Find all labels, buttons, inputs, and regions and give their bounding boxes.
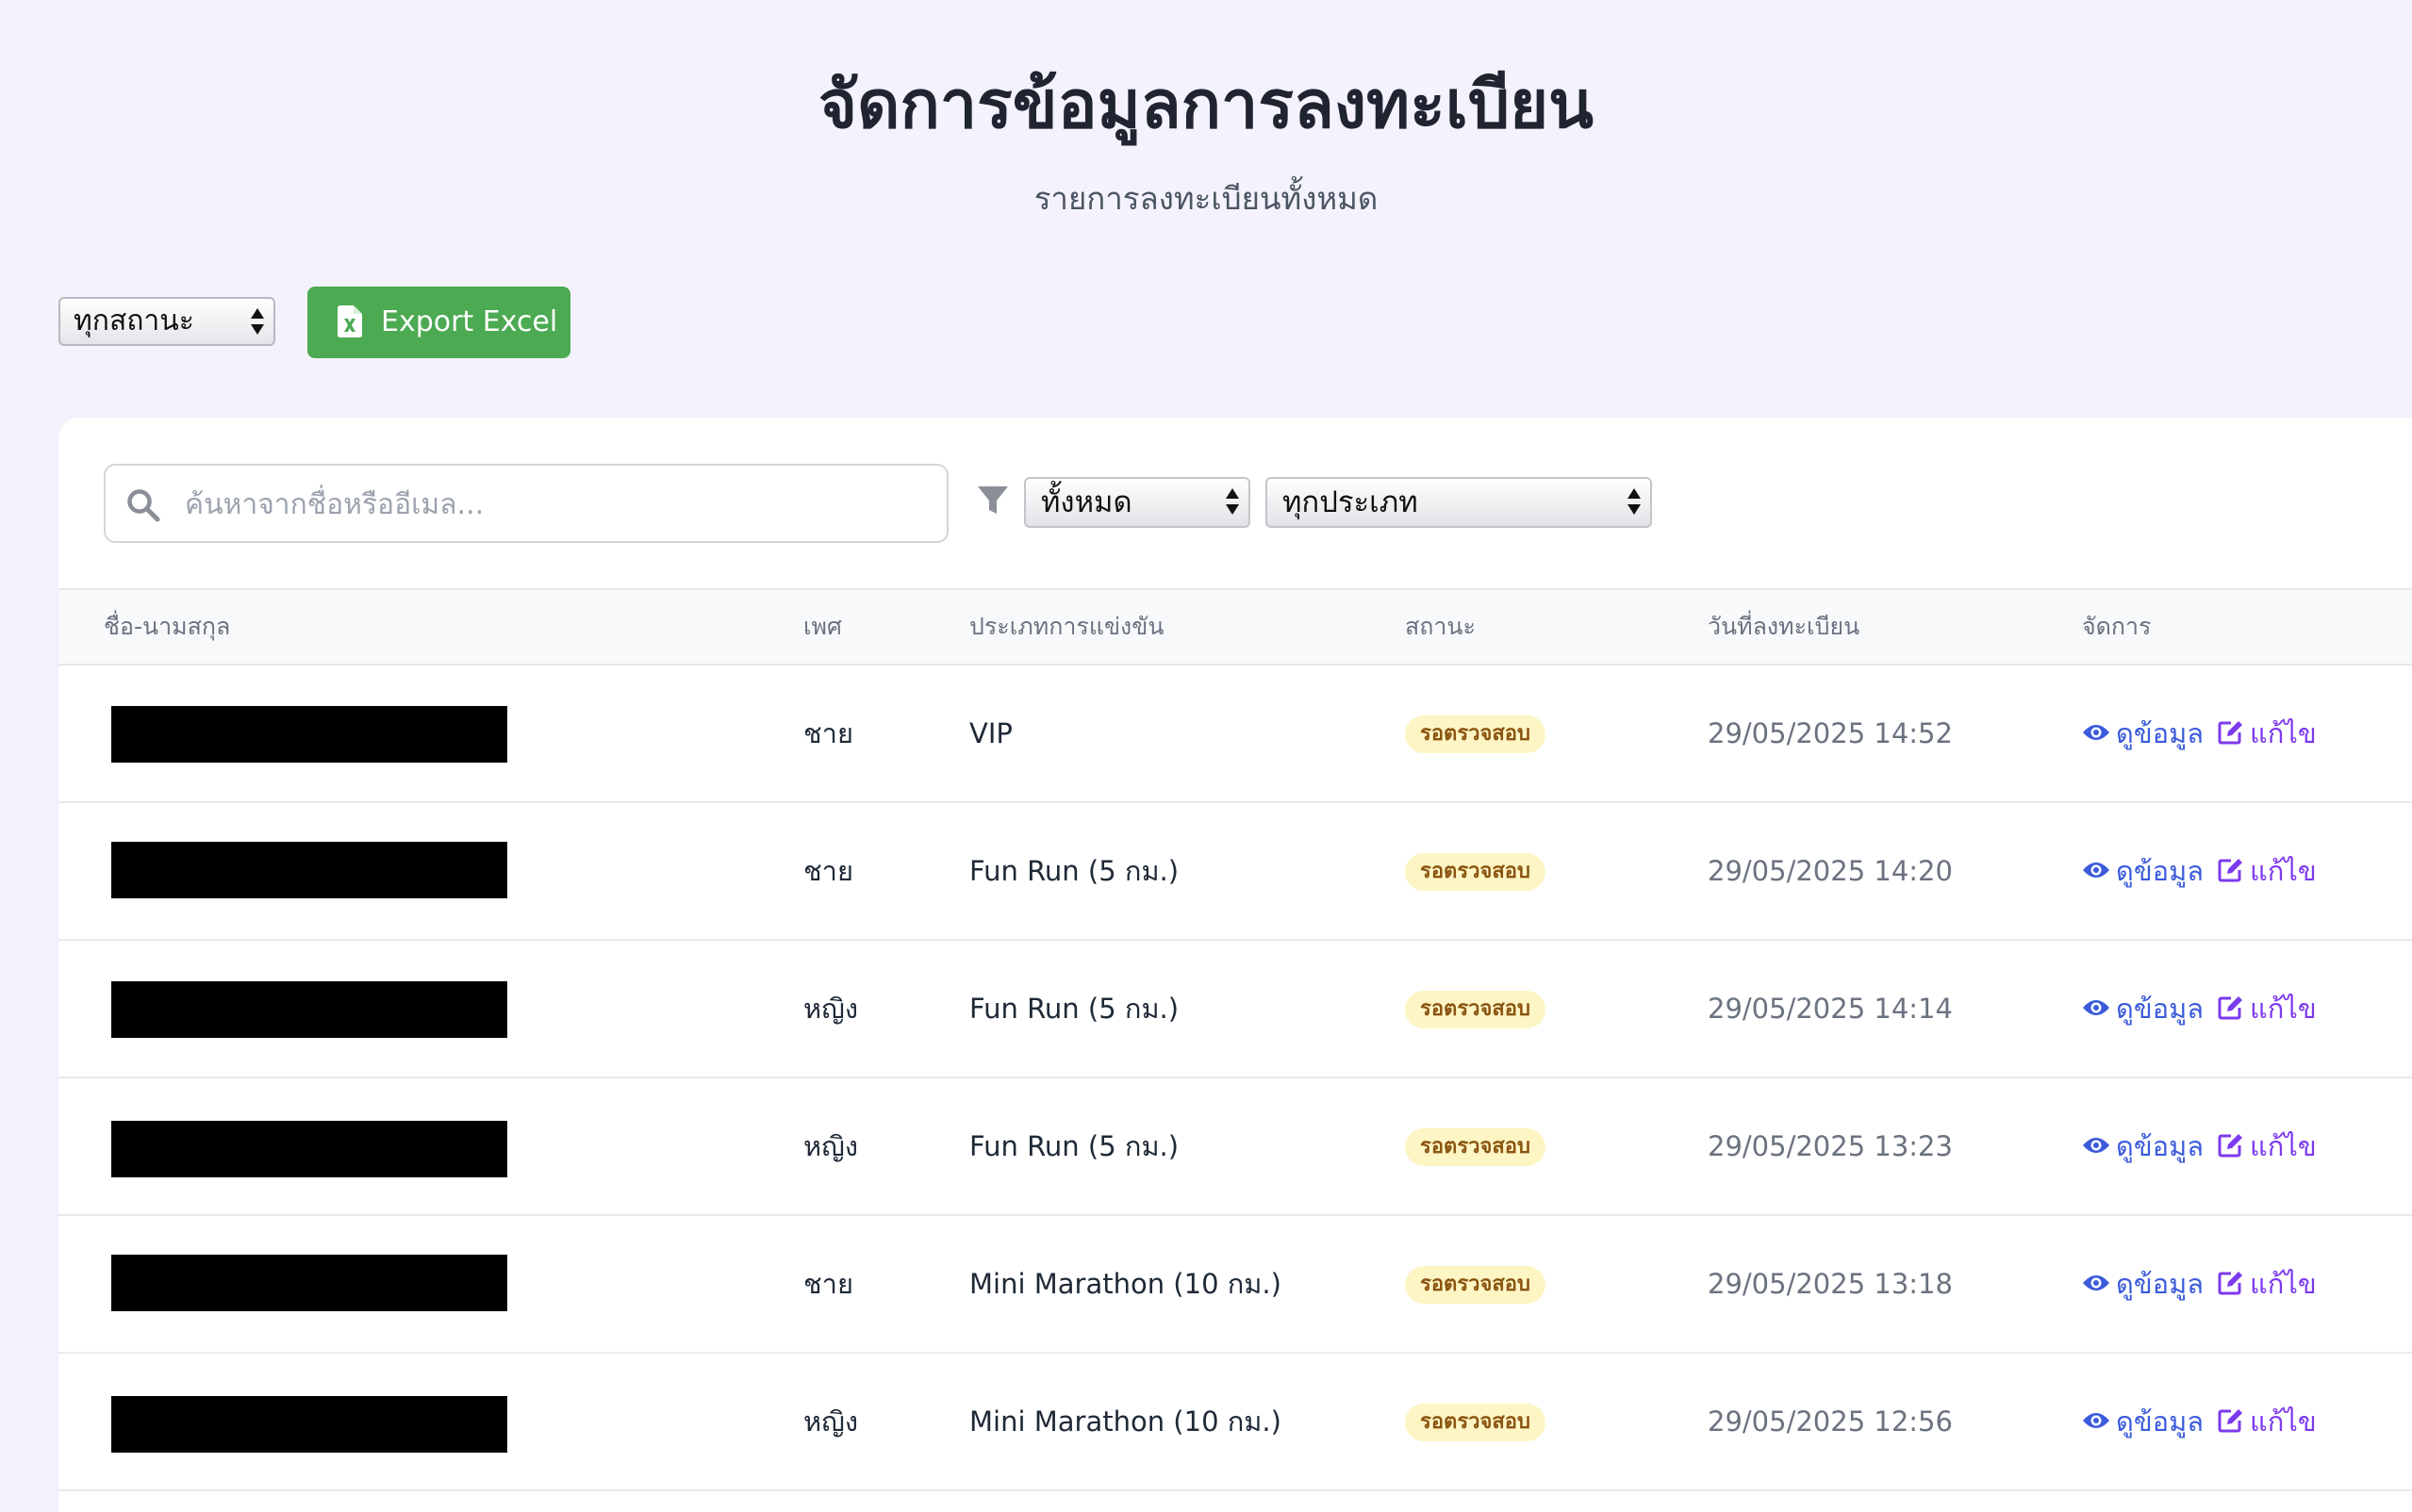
status-badge: รอตรวจสอบ	[1405, 991, 1545, 1028]
redacted-name	[111, 706, 507, 763]
eye-icon	[2083, 1275, 2109, 1290]
status-filter-select[interactable]: ทุกสถานะ	[58, 297, 275, 346]
column-header-actions: จัดการ	[2082, 613, 2152, 640]
registered-date-cell: 29/05/2025 14:14	[1708, 993, 1953, 1025]
eye-icon	[2083, 863, 2109, 878]
gender-cell: หญิง	[803, 993, 858, 1025]
eye-icon	[2083, 1138, 2109, 1153]
search-box[interactable]	[104, 464, 949, 543]
edit-button[interactable]: แก้ไข	[2218, 666, 2317, 801]
view-details-button[interactable]: ดูข้อมูล	[2082, 941, 2204, 1076]
redacted-name	[111, 842, 507, 898]
column-header-name: ชื่อ-นามสกุล	[104, 613, 231, 640]
edit-button[interactable]: แก้ไข	[2218, 803, 2317, 939]
edit-label: แก้ไข	[2250, 1405, 2317, 1438]
edit-icon	[2218, 1134, 2242, 1158]
registered-date-cell: 29/05/2025 13:18	[1708, 1268, 1953, 1300]
page-title: จัดการข้อมูลการลงทะเบียน	[818, 66, 1594, 143]
view-details-label: ดูข้อมูล	[2116, 717, 2204, 749]
file-excel-icon	[338, 305, 362, 337]
gender-cell: ชาย	[803, 1268, 853, 1300]
status-dropdown-value: ทั้งหมด	[1041, 485, 1132, 519]
status-badge: รอตรวจสอบ	[1405, 1404, 1545, 1441]
type-dropdown-value: ทุกประเภท	[1282, 485, 1418, 519]
edit-button[interactable]: แก้ไข	[2218, 1354, 2317, 1489]
select-arrows-icon	[1226, 486, 1239, 517]
redacted-name	[111, 981, 507, 1038]
race-type-cell: Fun Run (5 กม.)	[969, 993, 1180, 1025]
status-badge: รอตรวจสอบ	[1405, 1266, 1545, 1304]
view-details-label: ดูข้อมูล	[2116, 1405, 2204, 1438]
table-row: หญิง Fun Run (5 กม.) รอตรวจสอบ 29/05/2025 1…	[58, 941, 2412, 1078]
edit-button[interactable]: แก้ไข	[2218, 1078, 2317, 1214]
status-dropdown[interactable]: ทั้งหมด	[1024, 477, 1250, 528]
eye-icon	[2083, 725, 2109, 740]
filter-icon	[978, 486, 1008, 514]
race-type-cell: Mini Marathon (10 กม.)	[969, 1405, 1281, 1438]
table-row: หญิง Mini Marathon (10 กม.) รอตรวจสอบ 29/05…	[58, 1354, 2412, 1491]
column-header-type: ประเภทการแข่งขัน	[969, 613, 1165, 640]
status-filter-value: ทุกสถานะ	[74, 304, 194, 337]
race-type-cell: VIP	[969, 717, 1013, 749]
column-header-status: สถานะ	[1405, 613, 1476, 640]
view-details-label: ดูข้อมูล	[2116, 1130, 2204, 1162]
table-row: หญิง Fun Run (5 กม.) รอตรวจสอบ 29/05/2025 1…	[58, 1078, 2412, 1216]
status-badge: รอตรวจสอบ	[1405, 715, 1545, 753]
export-excel-button[interactable]: Export Excel	[307, 287, 570, 358]
type-dropdown[interactable]: ทุกประเภท	[1265, 477, 1652, 528]
gender-cell: ชาย	[803, 855, 853, 887]
registrations-card: ทั้งหมด ทุกประเภท ชื่อ-นามสกุล เพศ ประเภ…	[58, 418, 2412, 1512]
table-header: ชื่อ-นามสกุล เพศ ประเภทการแข่งขัน สถานะ …	[58, 588, 2412, 666]
eye-icon	[2083, 1000, 2109, 1015]
status-badge: รอตรวจสอบ	[1405, 853, 1545, 891]
registered-date-cell: 29/05/2025 12:56	[1708, 1405, 1953, 1438]
edit-icon	[2218, 859, 2242, 882]
select-arrows-icon	[251, 306, 264, 337]
view-details-button[interactable]: ดูข้อมูล	[2082, 1216, 2204, 1352]
registered-date-cell: 29/05/2025 13:23	[1708, 1130, 1953, 1162]
edit-label: แก้ไข	[2250, 993, 2317, 1025]
registered-date-cell: 29/05/2025 14:52	[1708, 717, 1953, 749]
edit-button[interactable]: แก้ไข	[2218, 1216, 2317, 1352]
view-details-label: ดูข้อมูล	[2116, 855, 2204, 887]
column-header-gender: เพศ	[803, 613, 842, 640]
search-icon	[127, 489, 160, 522]
view-details-label: ดูข้อมูล	[2116, 1268, 2204, 1300]
view-details-button[interactable]: ดูข้อมูล	[2082, 803, 2204, 939]
gender-cell: หญิง	[803, 1130, 858, 1162]
search-input[interactable]	[183, 466, 922, 543]
table-row: ชาย Mini Marathon (10 กม.) รอตรวจสอบ 29/05/…	[58, 1216, 2412, 1354]
column-header-date: วันที่ลงทะเบียน	[1708, 613, 1860, 640]
redacted-name	[111, 1121, 507, 1177]
export-excel-label: Export Excel	[381, 305, 558, 338]
edit-label: แก้ไข	[2250, 855, 2317, 887]
race-type-cell: Fun Run (5 กม.)	[969, 855, 1180, 887]
registered-date-cell: 29/05/2025 14:20	[1708, 855, 1953, 887]
table-row: ชาย VIP รอตรวจสอบ 29/05/2025 14:52 ดูข้อมูล แ…	[58, 666, 2412, 803]
redacted-name	[111, 1396, 507, 1453]
edit-label: แก้ไข	[2250, 1130, 2317, 1162]
redacted-name	[111, 1255, 507, 1311]
edit-label: แก้ไข	[2250, 717, 2317, 749]
edit-icon	[2218, 721, 2242, 745]
status-badge: รอตรวจสอบ	[1405, 1128, 1545, 1166]
select-arrows-icon	[1627, 486, 1641, 517]
edit-icon	[2218, 1409, 2242, 1433]
table-row: ชาย Fun Run (5 กม.) รอตรวจสอบ 29/05/2025 14…	[58, 803, 2412, 941]
edit-label: แก้ไข	[2250, 1268, 2317, 1300]
edit-icon	[2218, 1272, 2242, 1295]
gender-cell: หญิง	[803, 1405, 858, 1438]
race-type-cell: Fun Run (5 กม.)	[969, 1130, 1180, 1162]
view-details-button[interactable]: ดูข้อมูล	[2082, 666, 2204, 801]
registration-admin-page: จัดการข้อมูลการลงทะเบียน รายการลงทะเบียน…	[0, 0, 2412, 1512]
page-subtitle: รายการลงทะเบียนทั้งหมด	[1033, 180, 1379, 217]
view-details-button[interactable]: ดูข้อมูล	[2082, 1354, 2204, 1489]
gender-cell: ชาย	[803, 717, 853, 749]
edit-icon	[2218, 996, 2242, 1020]
eye-icon	[2083, 1413, 2109, 1428]
edit-button[interactable]: แก้ไข	[2218, 941, 2317, 1076]
view-details-label: ดูข้อมูล	[2116, 993, 2204, 1025]
race-type-cell: Mini Marathon (10 กม.)	[969, 1268, 1281, 1300]
view-details-button[interactable]: ดูข้อมูล	[2082, 1078, 2204, 1214]
